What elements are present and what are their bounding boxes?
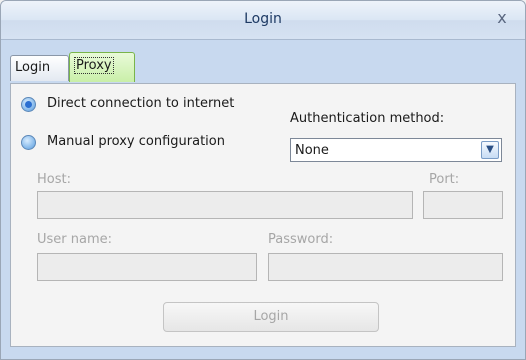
tab-strip: Login Proxy bbox=[1, 40, 525, 84]
manual-proxy-option[interactable]: Manual proxy configuration bbox=[21, 134, 281, 154]
host-label: Host: bbox=[37, 172, 71, 187]
port-input[interactable] bbox=[423, 191, 503, 219]
password-label: Password: bbox=[268, 232, 334, 247]
auth-method-value: None bbox=[295, 143, 329, 158]
direct-connection-option[interactable]: Direct connection to internet bbox=[21, 96, 281, 116]
port-label: Port: bbox=[429, 172, 460, 187]
tab-proxy-label: Proxy bbox=[74, 57, 114, 74]
manual-proxy-radio[interactable] bbox=[21, 135, 36, 150]
host-input[interactable] bbox=[37, 191, 413, 219]
manual-proxy-label: Manual proxy configuration bbox=[47, 134, 225, 149]
user-name-label: User name: bbox=[37, 232, 113, 247]
title-bar[interactable]: Login x bbox=[1, 1, 525, 40]
window-title: Login bbox=[244, 11, 282, 27]
direct-connection-label: Direct connection to internet bbox=[47, 96, 235, 111]
login-button[interactable]: Login bbox=[163, 302, 379, 332]
direct-connection-radio[interactable] bbox=[21, 97, 36, 112]
auth-method-label: Authentication method: bbox=[290, 111, 445, 126]
close-icon[interactable]: x bbox=[493, 9, 511, 27]
auth-method-select[interactable]: None ▼ bbox=[290, 138, 502, 162]
password-input[interactable] bbox=[268, 253, 503, 281]
tab-login[interactable]: Login bbox=[10, 55, 69, 81]
chevron-down-icon[interactable]: ▼ bbox=[481, 141, 499, 159]
user-name-input[interactable] bbox=[37, 253, 257, 281]
tab-proxy[interactable]: Proxy bbox=[69, 52, 135, 82]
login-window: Login x Login Proxy Direct connection to… bbox=[0, 0, 526, 360]
proxy-panel: Direct connection to internet Authentica… bbox=[10, 83, 516, 347]
